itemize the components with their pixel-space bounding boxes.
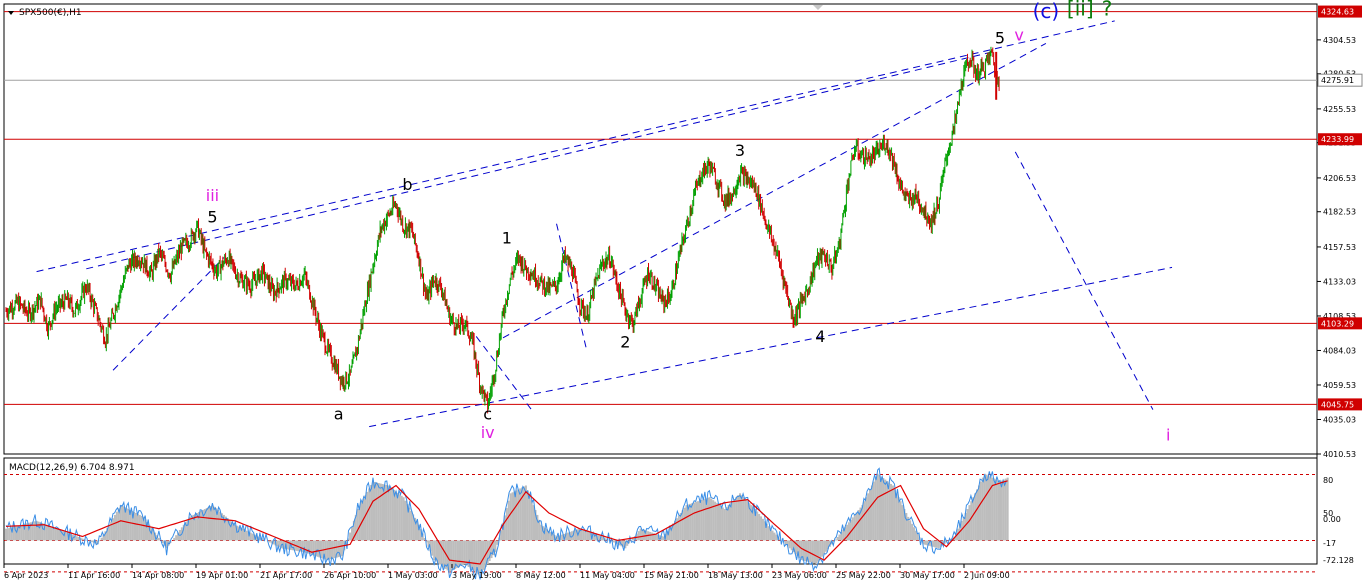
- wave-label: iii: [206, 186, 219, 205]
- level-price-label: 4103.29: [1321, 319, 1354, 328]
- current-price-label: 4275.91: [1321, 76, 1354, 85]
- wave-label: iv: [481, 423, 495, 442]
- time-tick-label: 23 May 06:00: [772, 571, 827, 580]
- time-tick-label: 2 Jun 09:00: [964, 571, 1010, 580]
- price-tick-label: 4157.53: [1323, 243, 1356, 252]
- price-tick-label: 4182.53: [1323, 208, 1356, 217]
- macd-tick-label: -72.128: [1323, 556, 1354, 565]
- time-tick-label: 15 May 21:00: [644, 571, 699, 580]
- time-tick-label: 11 May 04:00: [580, 571, 635, 580]
- price-tick-label: 4255.53: [1323, 105, 1356, 114]
- price-tick-label: 4206.53: [1323, 174, 1356, 183]
- wave-label: 3: [735, 141, 745, 160]
- time-tick-label: 18 May 13:00: [708, 571, 763, 580]
- macd-tick-label: -17: [1323, 539, 1336, 548]
- time-tick-label: 8 May 12:00: [516, 571, 566, 580]
- time-tick-label: 1 May 03:00: [388, 571, 438, 580]
- price-tick-label: 4304.53: [1323, 36, 1356, 45]
- time-tick-label: 21 Apr 17:00: [260, 571, 312, 580]
- wave-label: 5: [207, 207, 217, 226]
- time-tick-label: 25 May 22:00: [836, 571, 891, 580]
- wave-label: b: [402, 175, 412, 194]
- wave-label: 5: [995, 28, 1005, 47]
- wave-label: 2: [620, 333, 630, 352]
- price-tick-label: 4035.03: [1323, 415, 1356, 424]
- price-tick-label: 4010.53: [1323, 450, 1356, 459]
- wave-label: c: [483, 405, 492, 424]
- time-tick-label: 6 Apr 2023: [4, 571, 48, 580]
- symbol-title: SPX500(€),H1: [19, 8, 82, 18]
- time-tick-label: 19 Apr 01:00: [196, 571, 248, 580]
- price-tick-label: 4084.03: [1323, 346, 1356, 355]
- time-tick-label: 30 May 17:00: [900, 571, 955, 580]
- wave-label: 1: [502, 228, 512, 247]
- level-price-label: 4324.63: [1321, 8, 1354, 17]
- time-tick-label: 14 Apr 08:00: [132, 571, 184, 580]
- wave-label: 4: [815, 327, 825, 346]
- wave-label: v: [1014, 26, 1023, 45]
- price-tick-label: 4133.03: [1323, 277, 1356, 286]
- price-tick-label: 4059.53: [1323, 381, 1356, 390]
- time-tick-label: 3 May 19:00: [452, 571, 502, 580]
- indicator-title: MACD(12,26,9) 6.704 8.971: [9, 463, 135, 473]
- level-price-label: 4233.99: [1321, 135, 1354, 144]
- level-price-label: 4045.75: [1321, 400, 1354, 409]
- wave-label: (c): [1033, 0, 1060, 23]
- time-tick-label: 11 Apr 16:00: [68, 571, 120, 580]
- wave-label: i: [1166, 426, 1170, 445]
- wave-label: [ii]: [1067, 0, 1094, 20]
- macd-tick-label: 80: [1323, 476, 1333, 485]
- time-tick-label: 26 Apr 10:00: [324, 571, 376, 580]
- wave-label: a: [334, 405, 344, 424]
- wave-label: ?: [1102, 0, 1113, 20]
- macd-tick-label: 0.00: [1323, 515, 1341, 524]
- chart-root: 4304.534280.534255.534231.534206.534182.…: [3, 0, 1363, 580]
